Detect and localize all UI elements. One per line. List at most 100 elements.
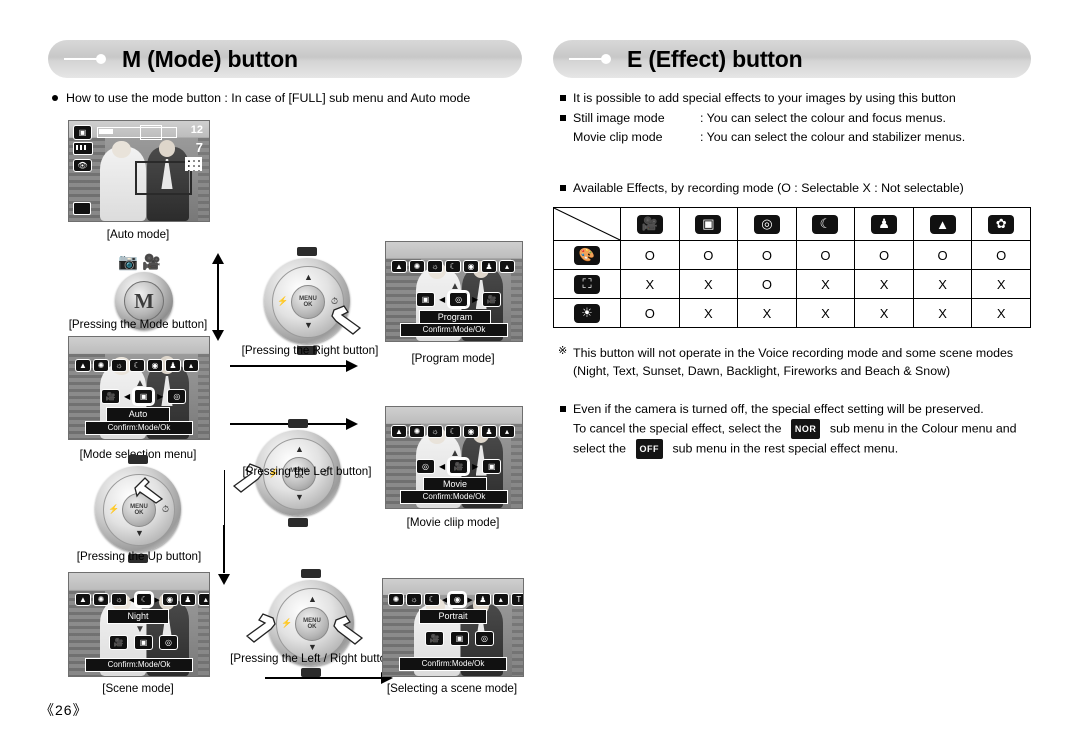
vertical-double-arrow bbox=[212, 253, 224, 341]
down-arrow-icon: ▼ bbox=[304, 320, 313, 330]
off-badge-icon: OFF bbox=[635, 439, 663, 459]
header-bullet-icon bbox=[64, 54, 110, 64]
table-row: 🎨 O O O O O O O bbox=[553, 240, 1031, 270]
movie-icon: 🎥 bbox=[482, 292, 502, 307]
table-row: ☀ O X X X X X X bbox=[553, 298, 1031, 328]
effect-bullet-0: It is possible to add special effects to… bbox=[573, 91, 956, 105]
col-header-portrait: ♟ bbox=[854, 207, 914, 241]
caret-down-icon: ▼ bbox=[135, 624, 145, 635]
mode-icon-row: 🎥 ▣ ◎ bbox=[425, 631, 494, 646]
col-header-night: ☾ bbox=[795, 207, 856, 241]
night-icon: ☾ bbox=[445, 260, 461, 273]
portrait-icon: ♟ bbox=[179, 593, 196, 606]
caption-selecting-scene-mode: [Selecting a scene mode] bbox=[386, 682, 518, 695]
down-arrow-icon: ▼ bbox=[308, 642, 317, 652]
cell: O bbox=[737, 269, 797, 299]
confirm-hint: Confirm:Mode/Ok bbox=[85, 658, 193, 672]
table-corner-cell bbox=[553, 207, 621, 241]
cell: O bbox=[854, 240, 914, 270]
menu-ok-button: MENU OK bbox=[291, 285, 325, 319]
lcd-program-mode: ▲ ✺ ☼ ☾ ◉ ♟ ▴ ▲ ▣ ◀ ◎ ▶ 🎥 Program Confir… bbox=[385, 241, 523, 342]
asterisk-marker: ※ bbox=[558, 345, 568, 357]
caption-auto-mode: [Auto mode] bbox=[106, 228, 170, 241]
caret-right-icon: ▶ bbox=[472, 295, 479, 304]
fireworks-icon: ✺ bbox=[388, 593, 404, 606]
auto-icon: ▣ bbox=[450, 631, 469, 646]
movie-icon: 🎥 bbox=[425, 631, 444, 646]
caret-left-icon: ◀ bbox=[442, 596, 448, 604]
page-title-left: M (Mode) button bbox=[122, 45, 298, 72]
landscape-night-icon: ▲ bbox=[391, 425, 407, 438]
up-arrow-icon: ▲ bbox=[304, 272, 313, 282]
up-arrow-icon: ▲ bbox=[308, 594, 317, 604]
down-arrow-icon: ▼ bbox=[135, 528, 144, 538]
bullet-square-icon bbox=[560, 115, 566, 121]
selected-mode-label: Auto bbox=[106, 407, 170, 422]
table-row: ⛶ X X O X X X X bbox=[553, 269, 1031, 299]
bullet-dot-icon bbox=[52, 95, 58, 101]
auto-icon: ▣ bbox=[132, 387, 156, 406]
hand-pointer-right-icon bbox=[330, 304, 364, 336]
cell: X bbox=[854, 269, 914, 299]
portrait-icon: ♟ bbox=[474, 593, 491, 606]
auto-icon: ▣ bbox=[482, 459, 502, 474]
program-icon: ◎ bbox=[475, 631, 494, 646]
col-header-close-up: ✿ bbox=[971, 207, 1031, 241]
cell: O bbox=[971, 240, 1031, 270]
preserve-line-2b: sub menu in the Colour menu and bbox=[829, 421, 1017, 436]
table-header-row: 🎥 ▣ ◎ ☾ ♟ ▲ ✿ bbox=[553, 207, 1031, 241]
col-header-program: ◎ bbox=[737, 207, 797, 241]
cell: X bbox=[854, 298, 914, 328]
cell: X bbox=[971, 269, 1031, 299]
auto-icon: ▣ bbox=[416, 292, 435, 307]
beach-snow-icon: ☼ bbox=[427, 425, 443, 438]
movie-icon: 🎥 bbox=[101, 389, 120, 404]
program-icon: ◎ bbox=[159, 635, 178, 650]
flash-icon: ⚡ bbox=[108, 504, 120, 514]
night-icon: ☾ bbox=[445, 425, 461, 438]
caret-left-icon: ◀ bbox=[124, 392, 131, 401]
caret-up-icon: ▲ bbox=[450, 281, 460, 292]
movie-clip-mode-label: Movie clip mode bbox=[573, 130, 663, 144]
fireworks-icon: ✺ bbox=[93, 593, 109, 606]
scene-icon-row: ▲ ✺ ☼ ☾ ◉ ♟ ▴ bbox=[391, 260, 515, 273]
landscape-icon: ▴ bbox=[492, 593, 509, 606]
night-icon: ☾ bbox=[812, 214, 839, 234]
movie-icon: 🎥 bbox=[447, 457, 471, 476]
focus-icon: ⛶ bbox=[574, 274, 600, 294]
landscape-icon: ▴ bbox=[499, 425, 515, 438]
row-header-stabilizer: ☀ bbox=[553, 298, 621, 328]
mode-icon-row: ▣ ◀ ◎ ▶ 🎥 bbox=[416, 290, 502, 309]
stabilizer-icon: ☀ bbox=[574, 303, 600, 323]
program-icon: ◎ bbox=[753, 214, 780, 234]
night-icon: ☾ bbox=[134, 591, 155, 608]
caption-pressing-left-button: [Pressing the Left button] bbox=[242, 465, 372, 478]
row-header-colour: 🎨 bbox=[553, 240, 621, 270]
col-header-landscape: ▲ bbox=[912, 207, 973, 241]
battery-icon bbox=[73, 142, 93, 155]
night-icon: ☾ bbox=[424, 593, 440, 606]
movie-icon: 🎥 bbox=[636, 214, 663, 234]
timer-icon: ⏱ bbox=[161, 504, 169, 514]
portrait-icon: ♟ bbox=[165, 359, 181, 372]
section-header-mode-button: M (Mode) button bbox=[48, 40, 522, 78]
caret-left-icon: ◀ bbox=[439, 295, 446, 304]
bullet-square-icon bbox=[560, 185, 566, 191]
movie-glyph-icon: 🎥 bbox=[142, 254, 162, 271]
cell: O bbox=[737, 240, 797, 270]
sunset-icon: ◉ bbox=[161, 593, 178, 606]
caption-pressing-mode-button: [Pressing the Mode button] bbox=[68, 318, 208, 331]
caret-up-icon: ▲ bbox=[135, 378, 145, 389]
confirm-hint: Confirm:Mode/Ok bbox=[400, 490, 508, 504]
cell: O bbox=[620, 240, 680, 270]
sunset-icon: ◉ bbox=[463, 260, 479, 273]
landscape-night-icon: ▲ bbox=[391, 260, 407, 273]
cell: O bbox=[912, 240, 973, 270]
bullet-square-icon bbox=[560, 406, 566, 412]
cell: X bbox=[971, 298, 1031, 328]
landscape-night-icon: ▲ bbox=[75, 359, 91, 372]
still-image-mode-desc: : You can select the colour and focus me… bbox=[700, 111, 946, 125]
confirm-hint: Confirm:Mode/Ok bbox=[400, 323, 508, 337]
hand-pointer-up-icon bbox=[132, 472, 166, 504]
cell: X bbox=[795, 269, 856, 299]
